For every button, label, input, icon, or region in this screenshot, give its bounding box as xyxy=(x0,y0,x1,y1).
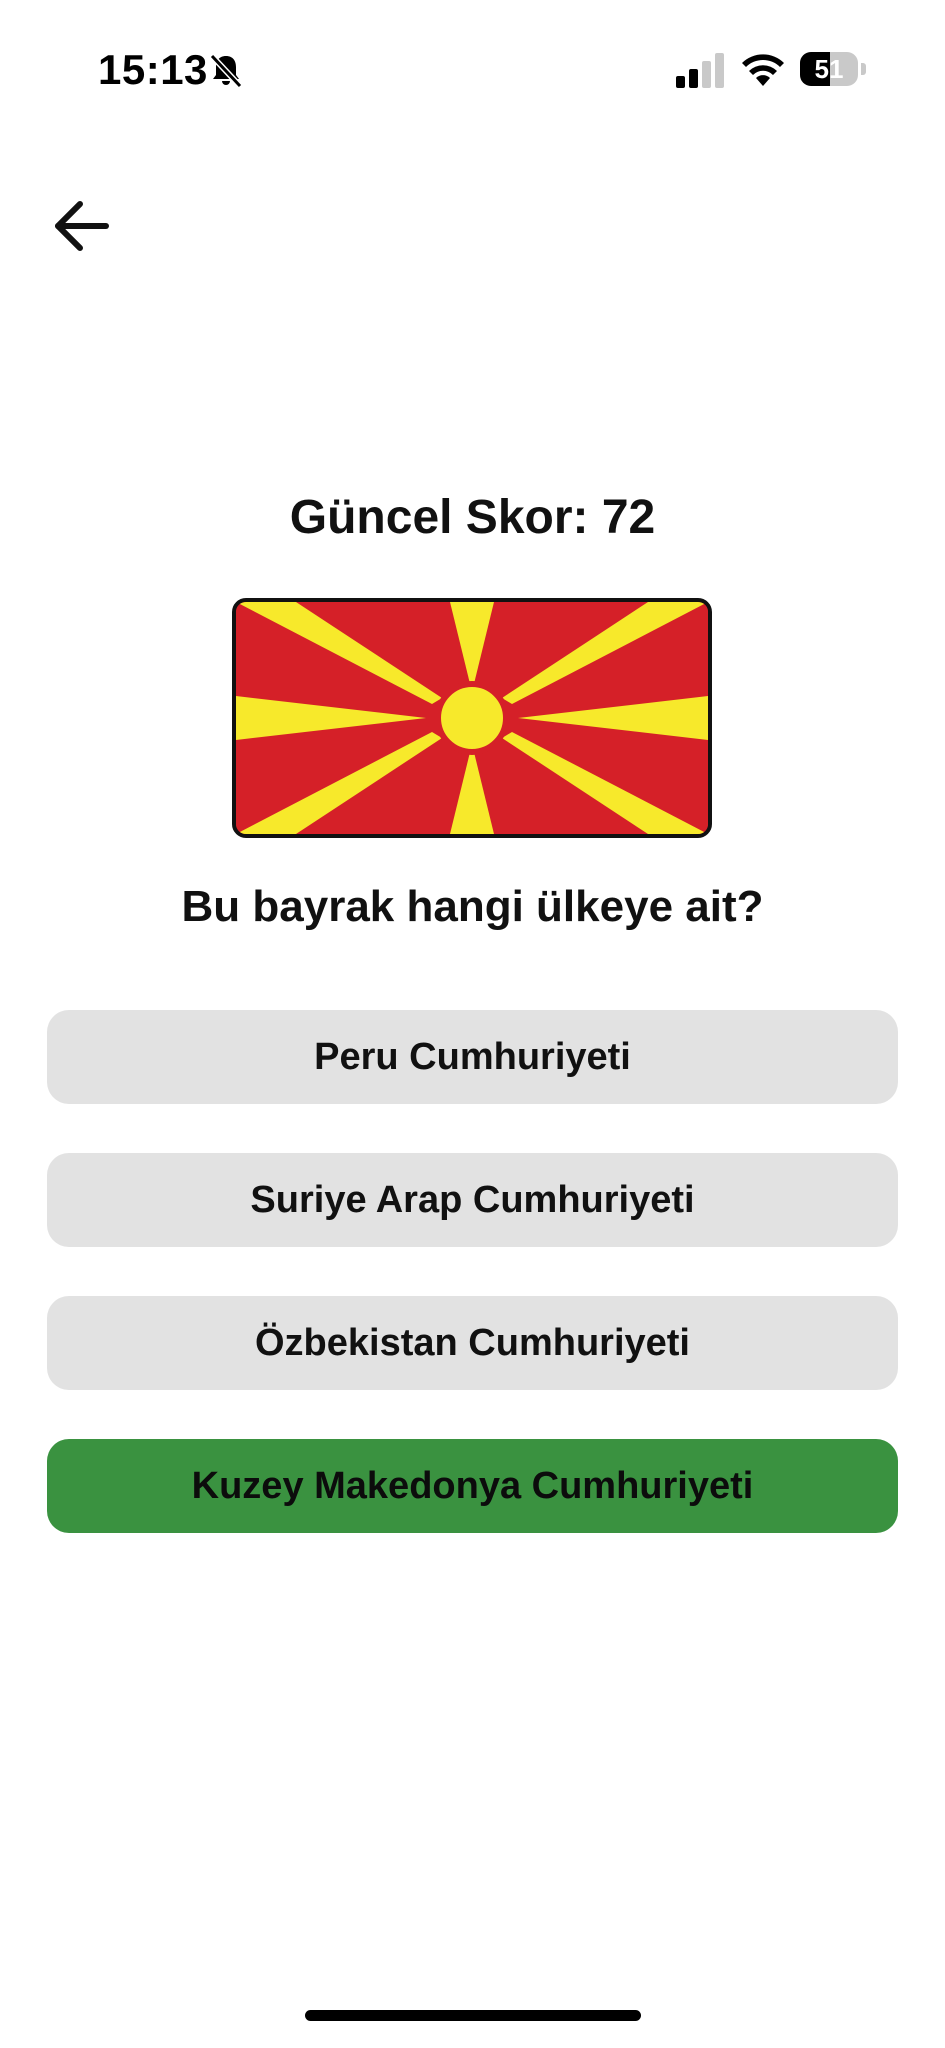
back-button[interactable] xyxy=(50,196,114,256)
arrow-left-icon xyxy=(55,201,109,251)
bell-slash-icon xyxy=(206,50,246,90)
wifi-icon xyxy=(740,50,786,88)
battery-level: 51 xyxy=(814,54,844,84)
question-text: Bu bayrak hangi ülkeye ait? xyxy=(181,882,764,931)
flag-image xyxy=(236,602,708,834)
option-button-north-macedonia[interactable]: Kuzey Makedonya Cumhuriyeti xyxy=(47,1439,898,1533)
option-button-peru[interactable]: Peru Cumhuriyeti xyxy=(47,1010,898,1104)
signal-icon xyxy=(676,52,726,88)
home-indicator[interactable] xyxy=(305,2010,641,2021)
status-bar: 15:13 51 xyxy=(0,0,945,140)
status-time: 15:13 xyxy=(98,46,208,93)
north-macedonia-flag xyxy=(232,598,712,838)
battery-icon: 51 xyxy=(800,52,866,86)
answer-options: Peru Cumhuriyeti Suriye Arap Cumhuriyeti… xyxy=(47,1010,898,1582)
score-label: Güncel Skor: 72 xyxy=(289,491,656,544)
option-button-syria[interactable]: Suriye Arap Cumhuriyeti xyxy=(47,1153,898,1247)
option-button-uzbekistan[interactable]: Özbekistan Cumhuriyeti xyxy=(47,1296,898,1390)
